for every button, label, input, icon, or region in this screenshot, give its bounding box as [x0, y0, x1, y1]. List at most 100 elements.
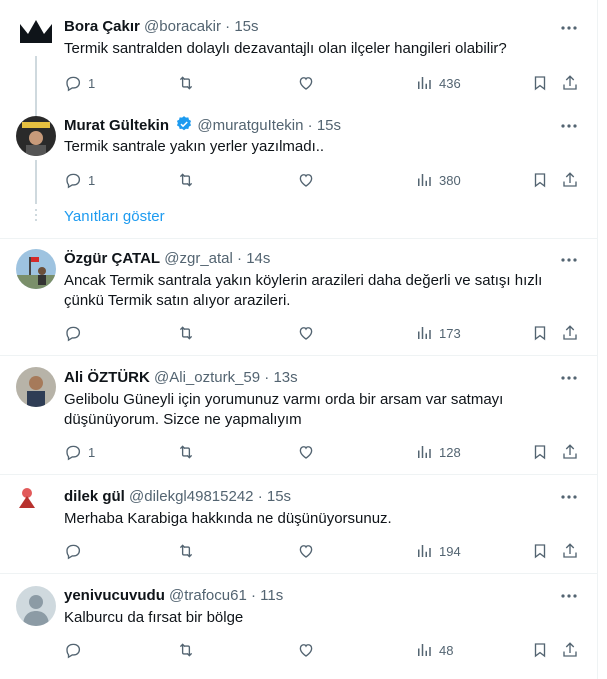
reply-count: 1	[88, 444, 96, 460]
tweet-6[interactable]: yenivucuvudu @trafocu61 · 11s Kalburcu d…	[0, 574, 597, 679]
share-button[interactable]	[561, 541, 579, 561]
avatar[interactable]	[16, 367, 56, 407]
bookmark-button[interactable]	[531, 170, 549, 190]
retweet-icon	[179, 173, 193, 187]
default-avatar-icon	[16, 586, 56, 626]
bookmark-button[interactable]	[531, 73, 549, 93]
views-chart-icon	[418, 327, 431, 339]
thread-line	[35, 160, 37, 204]
tweet-header: Murat Gültekin @muratguItekin · 15s	[64, 116, 341, 134]
views-count: 436	[439, 75, 461, 91]
views-button[interactable]: 173	[415, 323, 461, 343]
bookmark-icon	[534, 544, 546, 559]
like-button[interactable]	[297, 73, 315, 93]
heart-icon	[299, 77, 313, 90]
tweet-5[interactable]: dilek gül @dilekgl49815242 · 15s Merhaba…	[0, 475, 597, 574]
like-button[interactable]	[297, 442, 315, 462]
retweet-icon	[179, 76, 193, 90]
retweet-button[interactable]	[177, 541, 195, 561]
tweet-2[interactable]: Murat Gültekin @muratguItekin · 15s Term…	[0, 108, 597, 239]
bookmark-button[interactable]	[531, 541, 549, 561]
timestamp[interactable]: 15s	[317, 117, 341, 134]
avatar[interactable]	[16, 12, 56, 52]
views-button[interactable]: 436	[415, 73, 461, 93]
share-button[interactable]	[561, 442, 579, 462]
reply-button[interactable]	[64, 640, 82, 660]
more-icon[interactable]	[559, 18, 583, 38]
user-name[interactable]: Bora Çakır	[64, 18, 140, 35]
user-handle[interactable]: @boracakir	[144, 18, 221, 35]
views-button[interactable]: 128	[415, 442, 461, 462]
tweet-text: Gelibolu Güneyli için yorumunuz varmı or…	[64, 391, 504, 428]
more-icon[interactable]	[559, 250, 583, 270]
like-button[interactable]	[297, 323, 315, 343]
retweet-button[interactable]	[177, 640, 195, 660]
views-chart-icon	[418, 446, 431, 458]
profile-photo-icon	[16, 116, 56, 156]
avatar[interactable]	[16, 486, 38, 508]
user-handle[interactable]: @muratguItekin	[197, 117, 303, 134]
retweet-button[interactable]	[177, 442, 195, 462]
tweet-text: Termik santralden dolaylı dezavantajlı o…	[64, 40, 507, 57]
reply-button[interactable]	[64, 323, 82, 343]
timestamp[interactable]: 11s	[260, 587, 283, 604]
user-handle[interactable]: @dilekgl49815242	[129, 488, 254, 505]
user-name[interactable]: Murat Gültekin	[64, 117, 169, 134]
tweet-4[interactable]: Ali ÖZTÜRK @Ali_ozturk_59 · 13s Gelibolu…	[0, 356, 597, 475]
reply-count: 1	[88, 172, 96, 188]
reply-button[interactable]: 1	[64, 73, 95, 93]
retweet-button[interactable]	[177, 73, 195, 93]
retweet-icon	[179, 445, 193, 459]
user-name[interactable]: Ali ÖZTÜRK	[64, 369, 150, 386]
views-count: 128	[439, 444, 461, 460]
user-name[interactable]: dilek gül	[64, 488, 125, 505]
more-icon[interactable]	[559, 586, 583, 606]
user-name[interactable]: yenivucuvudu	[64, 587, 165, 604]
share-button[interactable]	[561, 323, 579, 343]
bookmark-button[interactable]	[531, 323, 549, 343]
tweet-text: Termik santrale yakın yerler yazılmadı..	[64, 138, 325, 155]
like-button[interactable]	[297, 640, 315, 660]
share-button[interactable]	[561, 73, 579, 93]
tweet-actions: 1 380	[64, 170, 584, 190]
reply-button[interactable]	[64, 541, 82, 561]
tweet-1[interactable]: Bora Çakır @boracakir · 15s Termik santr…	[0, 0, 597, 108]
retweet-button[interactable]	[177, 170, 195, 190]
bookmark-icon	[534, 76, 546, 91]
show-replies-link[interactable]: Yanıtları göster	[64, 208, 165, 225]
avatar[interactable]	[16, 116, 56, 156]
views-button[interactable]: 48	[415, 640, 453, 660]
share-icon	[563, 444, 577, 459]
views-chart-icon	[418, 644, 431, 656]
tweet-header: Özgür ÇATAL @zgr_atal · 14s	[64, 250, 271, 267]
bookmark-button[interactable]	[531, 442, 549, 462]
bookmark-icon	[534, 445, 546, 460]
more-icon[interactable]	[559, 116, 583, 136]
avatar[interactable]	[16, 249, 56, 289]
timestamp[interactable]: 13s	[273, 369, 297, 386]
like-button[interactable]	[297, 170, 315, 190]
verified-badge-icon	[177, 116, 192, 131]
like-button[interactable]	[297, 541, 315, 561]
user-handle[interactable]: @Ali_ozturk_59	[154, 369, 260, 386]
share-button[interactable]	[561, 640, 579, 660]
timestamp[interactable]: 15s	[267, 488, 291, 505]
views-count: 173	[439, 325, 461, 341]
views-button[interactable]: 194	[415, 541, 461, 561]
more-icon[interactable]	[559, 368, 583, 388]
reply-button[interactable]: 1	[64, 170, 95, 190]
reply-button[interactable]: 1	[64, 442, 95, 462]
tweet-3[interactable]: Özgür ÇATAL @zgr_atal · 14s Ancak Termik…	[0, 238, 597, 356]
retweet-button[interactable]	[177, 323, 195, 343]
bookmark-button[interactable]	[531, 640, 549, 660]
timestamp[interactable]: 14s	[246, 250, 270, 267]
avatar[interactable]	[16, 586, 56, 626]
user-handle[interactable]: @trafocu61	[169, 587, 247, 604]
more-icon[interactable]	[559, 487, 583, 507]
user-name[interactable]: Özgür ÇATAL	[64, 250, 160, 267]
tweet-text: Merhaba Karabiga hakkında ne düşünüyorsu…	[64, 510, 392, 527]
views-button[interactable]: 380	[415, 170, 461, 190]
timestamp[interactable]: 15s	[234, 18, 258, 35]
share-button[interactable]	[561, 170, 579, 190]
user-handle[interactable]: @zgr_atal	[164, 250, 233, 267]
